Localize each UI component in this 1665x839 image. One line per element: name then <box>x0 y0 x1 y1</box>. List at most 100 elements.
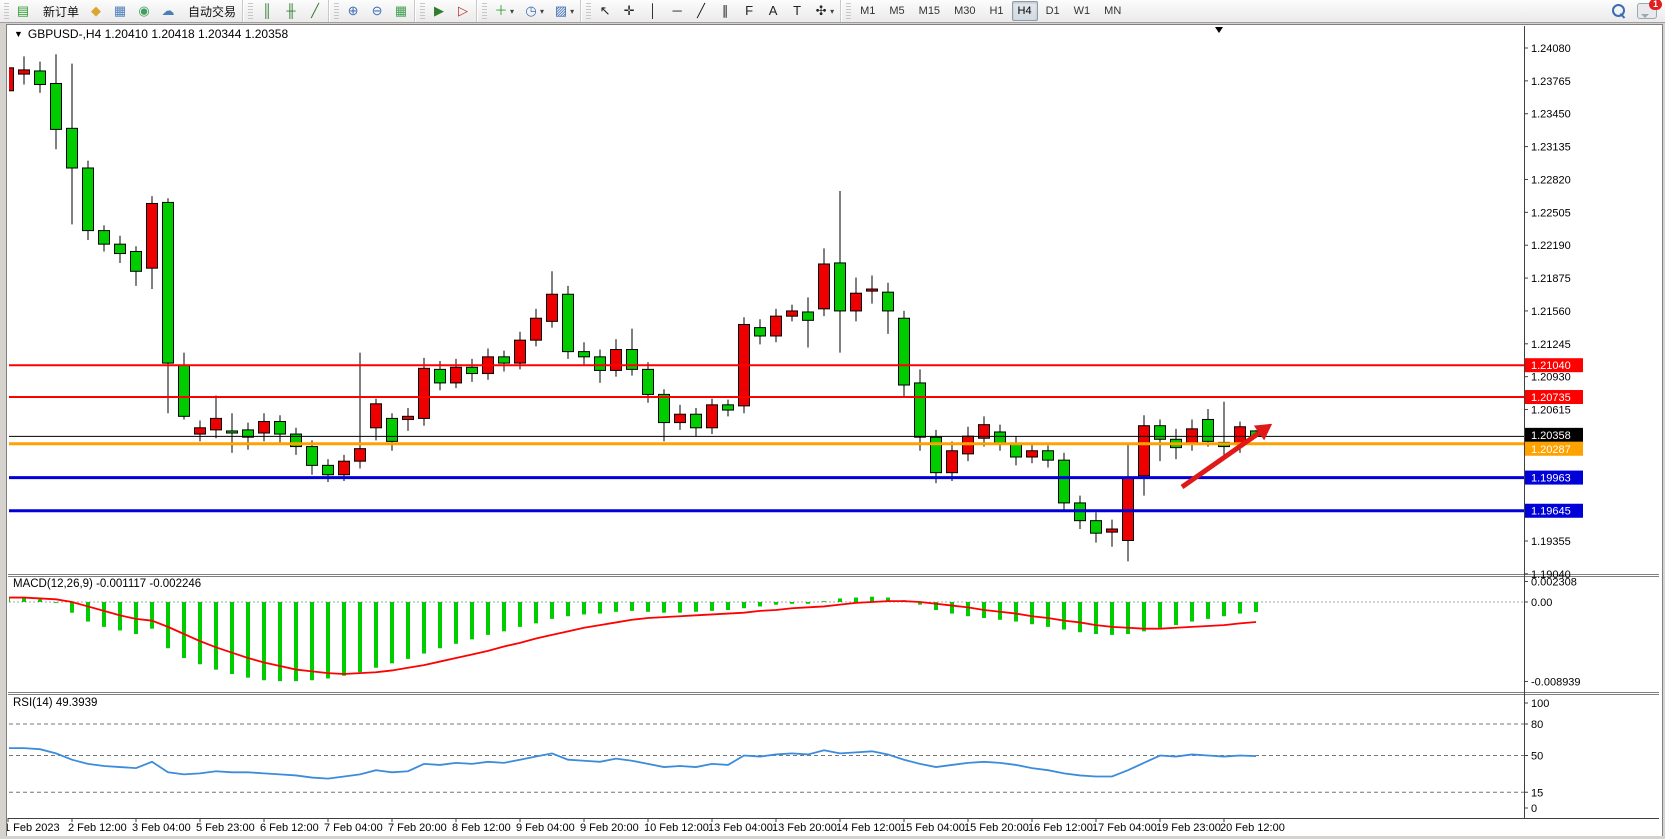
group-grip <box>586 3 591 19</box>
rsi-axis-label: 50 <box>1531 751 1543 763</box>
vertical-line-icon[interactable]: │ <box>642 1 664 21</box>
candle <box>995 432 1006 443</box>
signals-icon[interactable]: ◉ <box>133 1 155 21</box>
price-tag-label: 1.20735 <box>1531 392 1571 404</box>
candle <box>7 68 14 91</box>
candle <box>1091 521 1102 534</box>
price-tag-label: 1.21040 <box>1531 360 1571 372</box>
candle <box>771 316 782 336</box>
candle <box>67 128 78 168</box>
chart-type-group: ║╫╱ <box>243 0 329 22</box>
tf-button-W1[interactable]: W1 <box>1068 1 1097 21</box>
time-tick-label: 1 Feb 2023 <box>7 822 60 834</box>
chevron-down-icon[interactable]: ▼ <box>14 29 23 39</box>
auto-trading-button[interactable]: 自动交易 <box>181 1 240 21</box>
tf-button-M1[interactable]: M1 <box>854 1 881 21</box>
candle <box>643 369 654 394</box>
tf-button-H1[interactable]: H1 <box>983 1 1009 21</box>
candlestick-chart-icon[interactable]: ╫ <box>280 1 302 21</box>
cursor-icon[interactable]: ↖ <box>594 1 616 21</box>
time-tick-label: 5 Feb 23:00 <box>196 822 255 834</box>
new-order-chart-icon[interactable]: ▤ <box>12 1 34 21</box>
horizontal-lines-layer <box>9 365 1524 511</box>
tf-button-H4[interactable]: H4 <box>1012 1 1038 21</box>
chart-shift-icon: ▷ <box>456 2 470 20</box>
candle <box>259 422 270 433</box>
candle <box>403 416 414 419</box>
auto-scroll-icon[interactable]: ▶ <box>428 1 450 21</box>
crosshair-icon[interactable]: ✛ <box>618 1 640 21</box>
auto-scroll-icon: ▶ <box>432 2 446 20</box>
group-grip <box>4 3 9 19</box>
text-icon[interactable]: A <box>762 1 784 21</box>
candle <box>1011 443 1022 457</box>
candle <box>211 418 222 429</box>
candle <box>723 405 734 410</box>
price-tick-label: 1.23450 <box>1531 109 1571 121</box>
rsi-axis-label: 100 <box>1531 698 1549 710</box>
auto-trading-button-label: 自动交易 <box>188 3 236 20</box>
tf-button-MN[interactable]: MN <box>1098 1 1127 21</box>
candle <box>803 312 814 320</box>
chart-window: 1.240801.237651.234501.231351.228201.225… <box>6 24 1663 838</box>
horizontal-line-icon[interactable]: ─ <box>666 1 688 21</box>
chart-shift-icon[interactable]: ▷ <box>452 1 474 21</box>
price-tick-label: 1.21875 <box>1531 273 1571 285</box>
candle <box>1043 451 1054 460</box>
periods-icon[interactable]: ◷▾ <box>520 1 548 21</box>
tf-button-M5[interactable]: M5 <box>883 1 910 21</box>
templates-icon[interactable]: ▨▾ <box>550 1 578 21</box>
chevron-down-icon: ▾ <box>570 7 574 16</box>
chat-icon[interactable]: 1 <box>1637 3 1657 19</box>
candle <box>339 461 350 475</box>
rsi-indicator-label: RSI(14) 49.3939 <box>13 697 97 709</box>
bar-chart-icon[interactable]: ║ <box>256 1 278 21</box>
rsi-layer <box>8 724 1524 792</box>
candle <box>195 428 206 434</box>
market-watch-icon[interactable]: ▦ <box>109 1 131 21</box>
candle <box>1107 529 1118 532</box>
macd-axis-label: 0.00 <box>1531 597 1552 609</box>
candle <box>819 264 830 309</box>
timeframe-group: M1M5M15M30H1H4D1W1MN <box>841 0 1130 22</box>
candle <box>1155 426 1166 440</box>
candle <box>867 289 878 291</box>
channel-icon: ∥ <box>718 2 732 20</box>
price-tick-label: 1.24080 <box>1531 43 1571 55</box>
chart-shift-marker[interactable] <box>1215 27 1223 33</box>
tools-group: ↖✛│─╱ ∥ FAT✣▾ <box>581 0 841 22</box>
text-icon: A <box>766 2 780 20</box>
tf-button-D1[interactable]: D1 <box>1040 1 1066 21</box>
arrows-icon[interactable]: ✣▾ <box>810 1 838 21</box>
time-tick-label: 3 Feb 04:00 <box>132 822 191 834</box>
tile-windows-icon[interactable]: ▦ <box>390 1 412 21</box>
tf-button-M30[interactable]: M30 <box>948 1 981 21</box>
group-grip <box>482 3 487 19</box>
candle <box>531 318 542 340</box>
search-icon[interactable] <box>1611 3 1627 19</box>
price-tick-label: 1.21560 <box>1531 306 1571 318</box>
zoom-out-icon[interactable]: ⊖ <box>366 1 388 21</box>
candle <box>19 70 30 74</box>
notification-badge: 1 <box>1649 0 1662 10</box>
candle <box>563 294 574 351</box>
fibonacci-icon[interactable]: F <box>738 1 760 21</box>
line-chart-icon[interactable]: ╱ <box>304 1 326 21</box>
channel-icon[interactable]: ∥ <box>714 1 736 21</box>
new-order-button[interactable]: 新订单 <box>36 1 83 21</box>
time-axis[interactable]: 1 Feb 20232 Feb 12:003 Feb 04:005 Feb 23… <box>7 818 1285 834</box>
zoom-in-icon[interactable]: ⊕ <box>342 1 364 21</box>
tf-button-M15[interactable]: M15 <box>913 1 946 21</box>
autotrading-cloud-icon[interactable]: ☁ <box>157 1 179 21</box>
macd-axis-label: -0.008939 <box>1531 676 1581 688</box>
price-axis[interactable]: 1.240801.237651.234501.231351.228201.225… <box>1524 43 1583 815</box>
trade-levels-icon[interactable]: ◆ <box>85 1 107 21</box>
text-label-icon[interactable]: T <box>786 1 808 21</box>
autotrading-cloud-icon: ☁ <box>161 2 175 20</box>
time-tick-label: 19 Feb 23:00 <box>1156 822 1221 834</box>
indicators-icon[interactable]: ＋▾ <box>490 1 518 21</box>
time-tick-label: 13 Feb 04:00 <box>708 822 773 834</box>
signals-icon: ◉ <box>137 2 151 20</box>
trendline-icon[interactable]: ╱ <box>690 1 712 21</box>
candle <box>115 244 126 253</box>
